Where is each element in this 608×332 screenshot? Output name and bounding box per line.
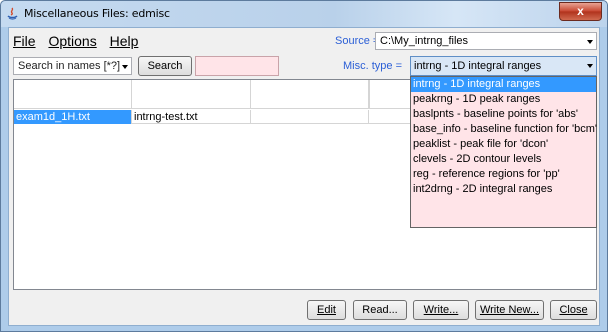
dropdown-option[interactable]: base_info - baseline function for 'bcm' <box>411 122 597 137</box>
client-area: File Options Help Source = C:\My_intrng_… <box>8 27 600 326</box>
search-button[interactable]: Search <box>138 56 192 76</box>
window-close-button[interactable]: x <box>559 2 602 21</box>
column-header-3[interactable] <box>251 80 369 109</box>
java-app-icon <box>7 7 18 20</box>
dropdown-option[interactable]: clevels - 2D contour levels <box>411 152 596 167</box>
write-new-button[interactable]: Write New... <box>475 300 544 320</box>
table-cell[interactable]: exam1d_1H.txt <box>14 110 132 124</box>
chevron-down-icon <box>587 64 593 68</box>
dropdown-option[interactable]: int2drng - 2D integral ranges <box>411 182 596 197</box>
close-button[interactable]: Close <box>550 300 597 320</box>
search-input[interactable] <box>195 56 279 76</box>
dropdown-option[interactable]: intrng - 1D integral ranges <box>411 77 596 92</box>
menu-file[interactable]: File <box>13 33 36 49</box>
misc-type-label: Misc. type = <box>343 60 402 72</box>
edit-button[interactable]: Edit <box>307 300 346 320</box>
misc-type-dropdown-list[interactable]: intrng - 1D integral ranges peakrng - 1D… <box>410 76 597 228</box>
dropdown-option[interactable]: peakrng - 1D peak ranges <box>411 92 596 107</box>
source-value: C:\My_intrng_files <box>380 35 469 47</box>
column-header-2[interactable] <box>132 80 251 109</box>
misc-type-value: intrng - 1D integral ranges <box>414 60 542 72</box>
search-mode-select[interactable]: Search in names [*?] <box>13 57 132 75</box>
column-header-4[interactable] <box>369 80 370 109</box>
menu-bar: File Options Help <box>13 33 147 51</box>
search-mode-value: Search in names [*?] <box>18 60 121 72</box>
menu-options[interactable]: Options <box>48 33 96 49</box>
dropdown-option[interactable]: baslpnts - baseline points for 'abs' <box>411 107 596 122</box>
write-button[interactable]: Write... <box>413 300 469 320</box>
chevron-down-icon <box>122 65 128 69</box>
source-select[interactable]: C:\My_intrng_files <box>375 32 597 50</box>
read-button[interactable]: Read... <box>353 300 407 320</box>
menu-help[interactable]: Help <box>110 33 139 49</box>
window: Miscellaneous Files: edmisc x File Optio… <box>0 0 608 332</box>
table-cell[interactable] <box>251 110 369 124</box>
dropdown-option[interactable]: reg - reference regions for 'pp' <box>411 167 596 182</box>
table-cell[interactable]: intrng-test.txt <box>132 110 251 124</box>
source-label: Source = <box>335 35 380 47</box>
title-bar[interactable]: Miscellaneous Files: edmisc x <box>1 1 607 27</box>
chevron-down-icon <box>587 40 593 44</box>
dropdown-option[interactable]: peaklist - peak file for 'dcon' <box>411 137 596 152</box>
window-title: Miscellaneous Files: edmisc <box>24 7 170 20</box>
misc-type-select[interactable]: intrng - 1D integral ranges <box>410 56 597 76</box>
column-header-1[interactable] <box>14 80 132 109</box>
